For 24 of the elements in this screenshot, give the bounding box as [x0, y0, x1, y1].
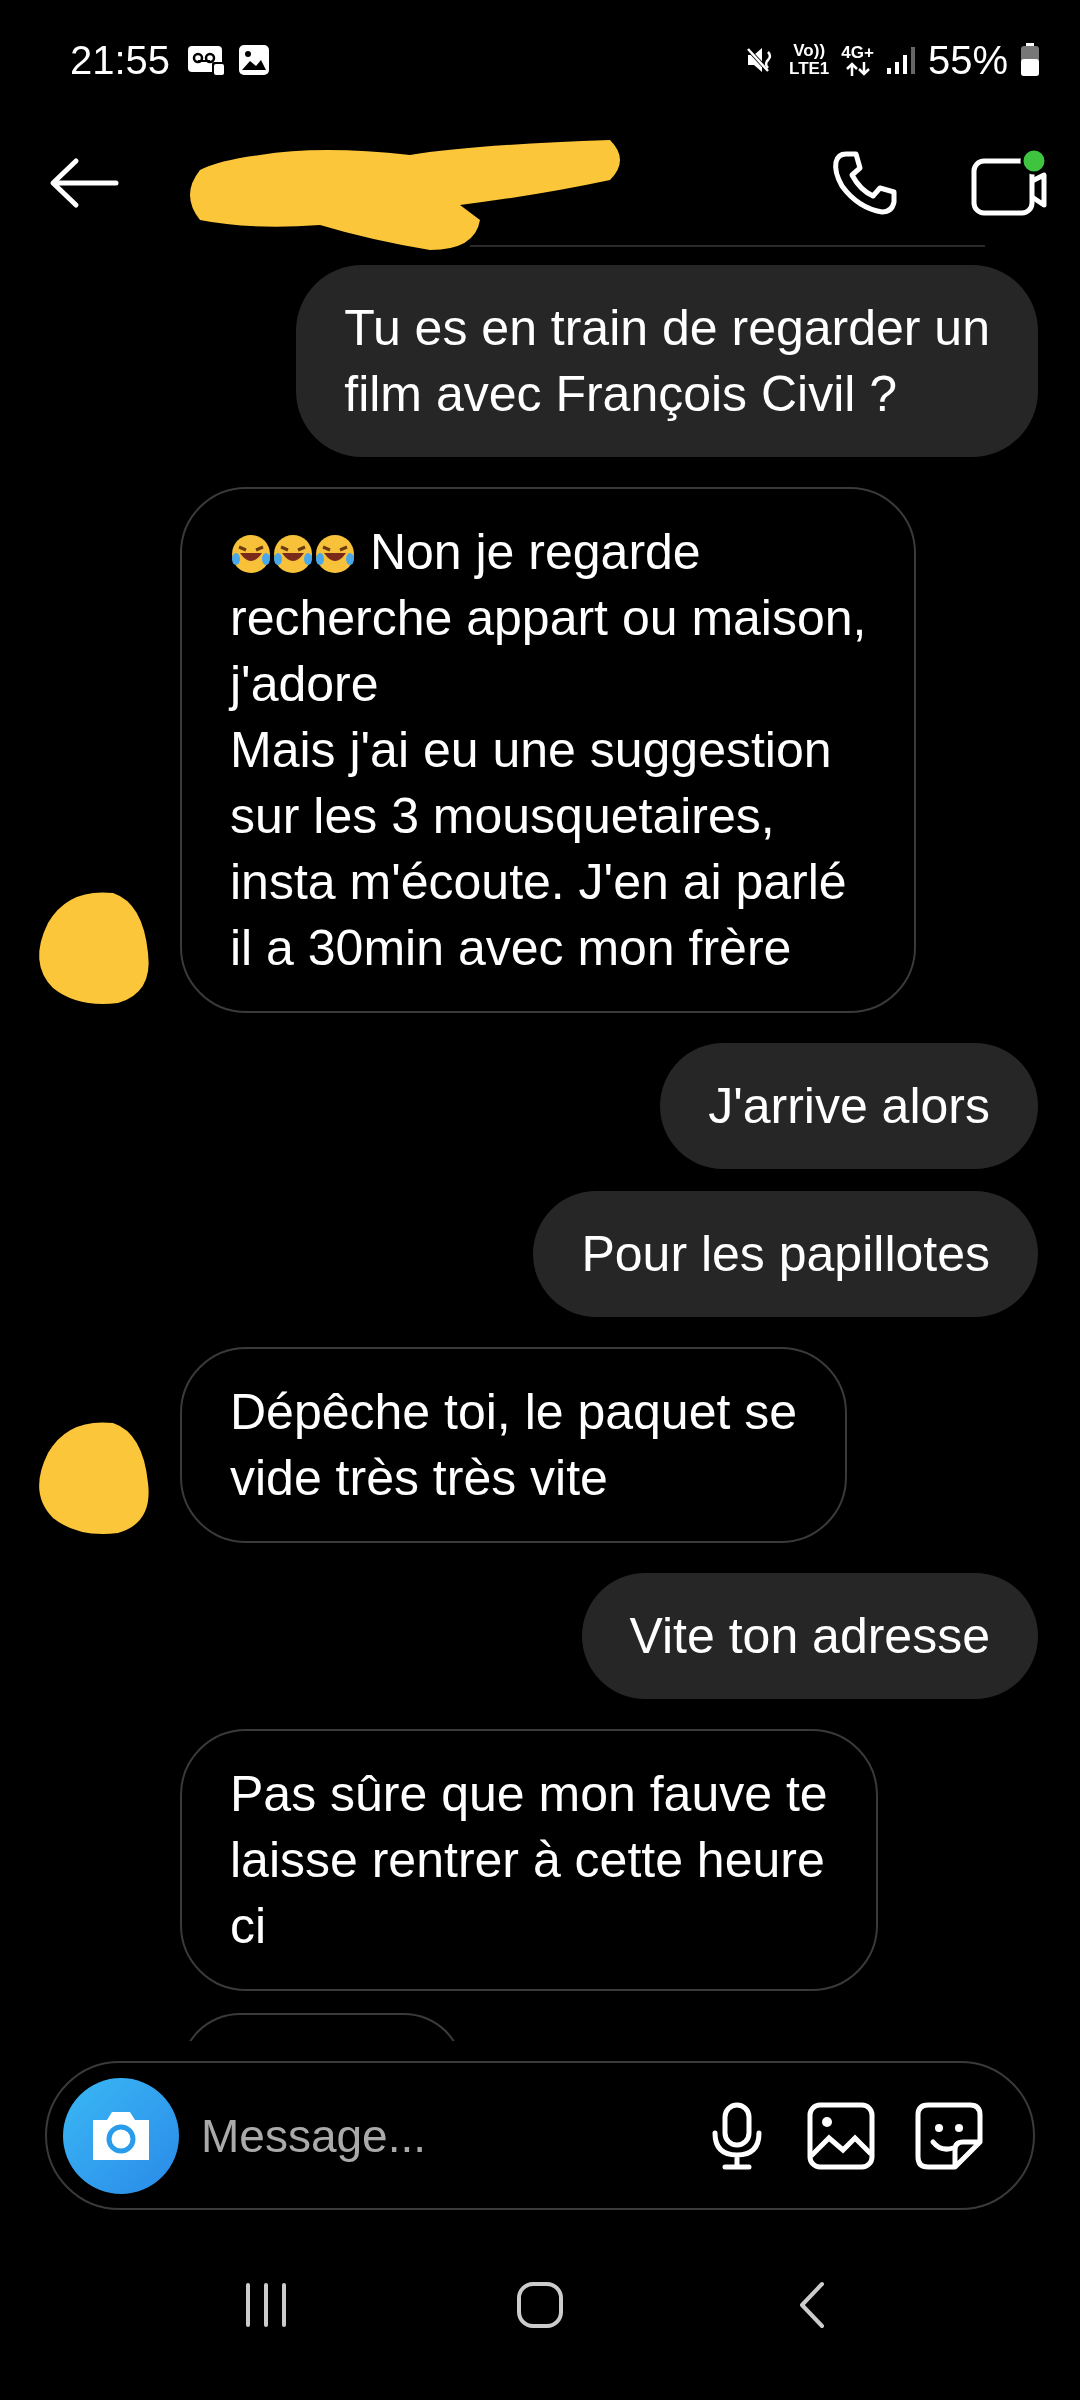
battery-percent: 55%	[927, 37, 1008, 83]
signal-icon	[885, 44, 916, 76]
sent-message: Pour les papillotes	[533, 1191, 1038, 1317]
lte-label: LTE1	[789, 60, 830, 78]
sent-message: Tu es en train de regarder un film avec François Civil ?	[296, 265, 1038, 457]
sent-message: J'arrive alors	[660, 1043, 1038, 1169]
data-arrows-icon	[844, 62, 871, 76]
gallery-icon[interactable]	[807, 2101, 875, 2170]
home-icon[interactable]	[515, 2280, 565, 2330]
data-type-label: 4G+	[841, 44, 874, 62]
camera-button[interactable]	[63, 2077, 179, 2194]
back-icon[interactable]	[48, 156, 120, 209]
message-input[interactable]: Message...	[199, 2107, 667, 2164]
received-message: Dépêche toi, le paquet se vide très très vite	[180, 1347, 848, 1543]
received-message: Non je regarde recherche appart ou maison, j'adore Mais j'ai eu une suggestion sur les 3 mousquetaires, insta m'écoute. J'en ai parlé il a 30min avec mon frère	[180, 487, 917, 1013]
message-composer[interactable]: Message...	[45, 2061, 1035, 2210]
battery-icon	[1020, 43, 1040, 77]
received-message: Pas sûre que mon fauve te laisse rentrer à cette heure ci	[180, 1729, 878, 1991]
status-time: 21:55	[70, 37, 171, 83]
sent-message: Vite ton adresse	[581, 1573, 1038, 1699]
sticker-icon[interactable]	[915, 2101, 983, 2170]
volte-label: Vo))	[793, 42, 826, 60]
voicemail-icon	[188, 44, 227, 76]
image-icon	[238, 44, 271, 76]
